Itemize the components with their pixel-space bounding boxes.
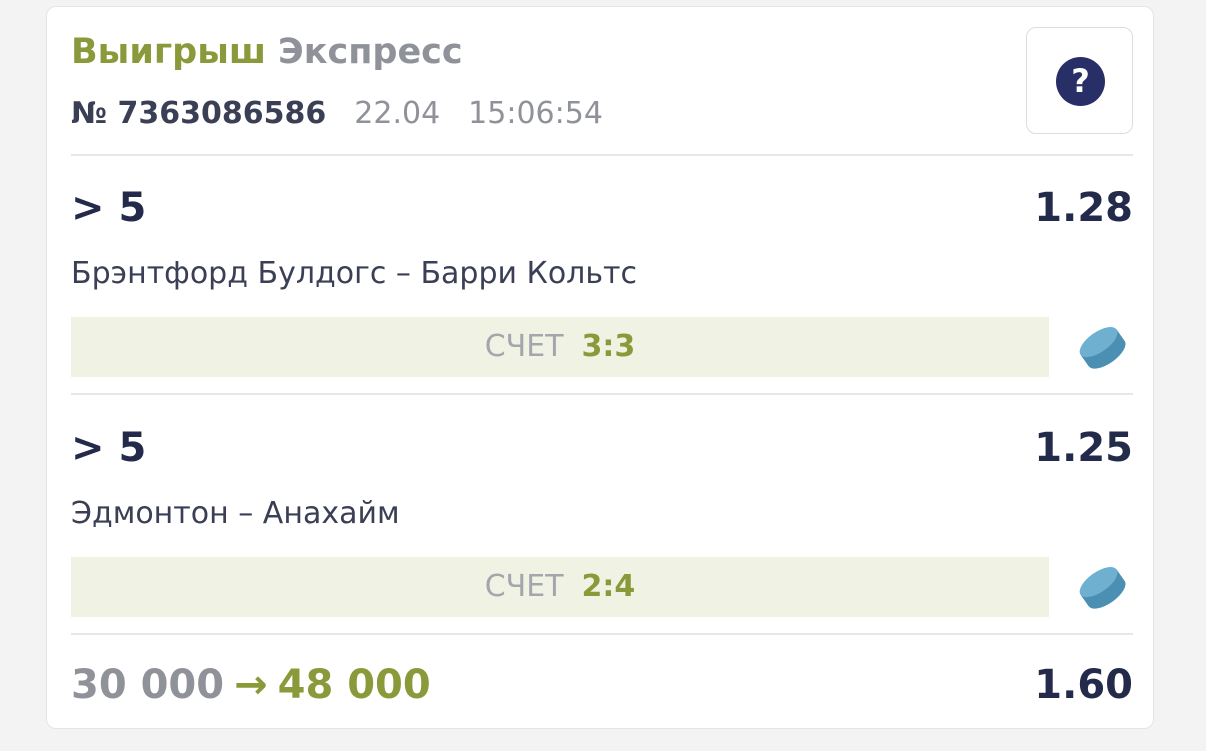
bet-coefficient: 1.25 <box>1034 425 1133 471</box>
score-value: 3:3 <box>581 329 636 364</box>
score-value: 2:4 <box>581 569 636 604</box>
bet-date: 22.04 <box>354 96 441 131</box>
bet-summary: 30 000 → 48 000 1.60 <box>71 637 1133 727</box>
bet-event: > 5 1.28 Брэнтфорд Булдогс – Барри Кольт… <box>71 162 1133 392</box>
score-label: СЧЕТ <box>484 329 564 364</box>
arrow-right-icon: → <box>234 662 268 708</box>
bet-card: Выигрыш Экспресс № 7363086586 22.04 15:06:5… <box>46 6 1154 729</box>
bet-meta: № 7363086586 22.04 15:06:54 <box>71 96 603 132</box>
divider <box>71 154 1133 156</box>
bet-amounts: 30 000 → 48 000 <box>71 661 431 709</box>
bet-event: > 5 1.25 Эдмонтон – Анахайм СЧЕТ 2:4 <box>71 402 1133 632</box>
stake-amount: 30 000 <box>71 662 225 708</box>
bet-number: № 7363086586 <box>71 96 327 131</box>
match-name: Эдмонтон – Анахайм <box>71 496 400 531</box>
total-coefficient: 1.60 <box>1034 662 1133 708</box>
score-label: СЧЕТ <box>484 569 564 604</box>
bet-time: 15:06:54 <box>468 96 603 131</box>
payout-amount: 48 000 <box>277 662 431 708</box>
bet-title: Выигрыш Экспресс <box>71 32 463 72</box>
score-bar: СЧЕТ 3:3 <box>71 317 1049 377</box>
divider <box>71 633 1133 635</box>
bet-selection: > 5 <box>71 185 147 231</box>
divider <box>71 393 1133 395</box>
bet-coefficient: 1.28 <box>1034 185 1133 231</box>
bet-selection: > 5 <box>71 425 147 471</box>
hockey-puck-icon <box>1079 567 1126 609</box>
question-icon: ? <box>1056 57 1105 106</box>
help-button[interactable]: ? <box>1026 27 1133 134</box>
bet-status: Выигрыш <box>71 32 267 72</box>
bet-header: Выигрыш Экспресс № 7363086586 22.04 15:06:5… <box>71 7 1133 155</box>
hockey-puck-icon <box>1079 327 1126 369</box>
score-bar: СЧЕТ 2:4 <box>71 557 1049 617</box>
match-name: Брэнтфорд Булдогс – Барри Кольтс <box>71 256 638 291</box>
bet-type: Экспресс <box>278 32 463 72</box>
